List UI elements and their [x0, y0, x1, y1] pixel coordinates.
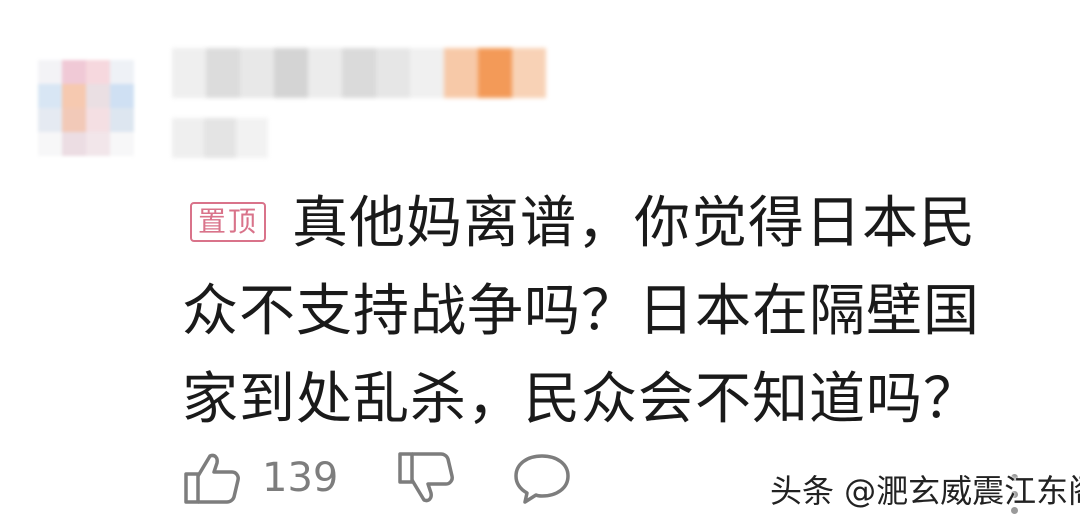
comment-text: 真他妈离谱，你觉得日本民众不支持战争吗？日本在隔壁国家到处乱杀，民众会不知道吗？ [182, 191, 980, 432]
dislike-button[interactable] [396, 450, 456, 506]
watermark: 头条 @淝玄威震江东阁 [770, 472, 1080, 510]
thumbs-down-icon [398, 452, 455, 503]
username[interactable] [172, 48, 546, 98]
thumbs-up-icon [184, 453, 240, 504]
comment-actions: 139 [182, 448, 572, 508]
comment-meta [172, 118, 268, 158]
avatar[interactable] [38, 60, 134, 156]
like-button[interactable]: 139 [182, 450, 396, 506]
like-count: 139 [262, 455, 339, 501]
reply-button[interactable] [512, 450, 572, 506]
speech-bubble-icon [514, 454, 571, 504]
